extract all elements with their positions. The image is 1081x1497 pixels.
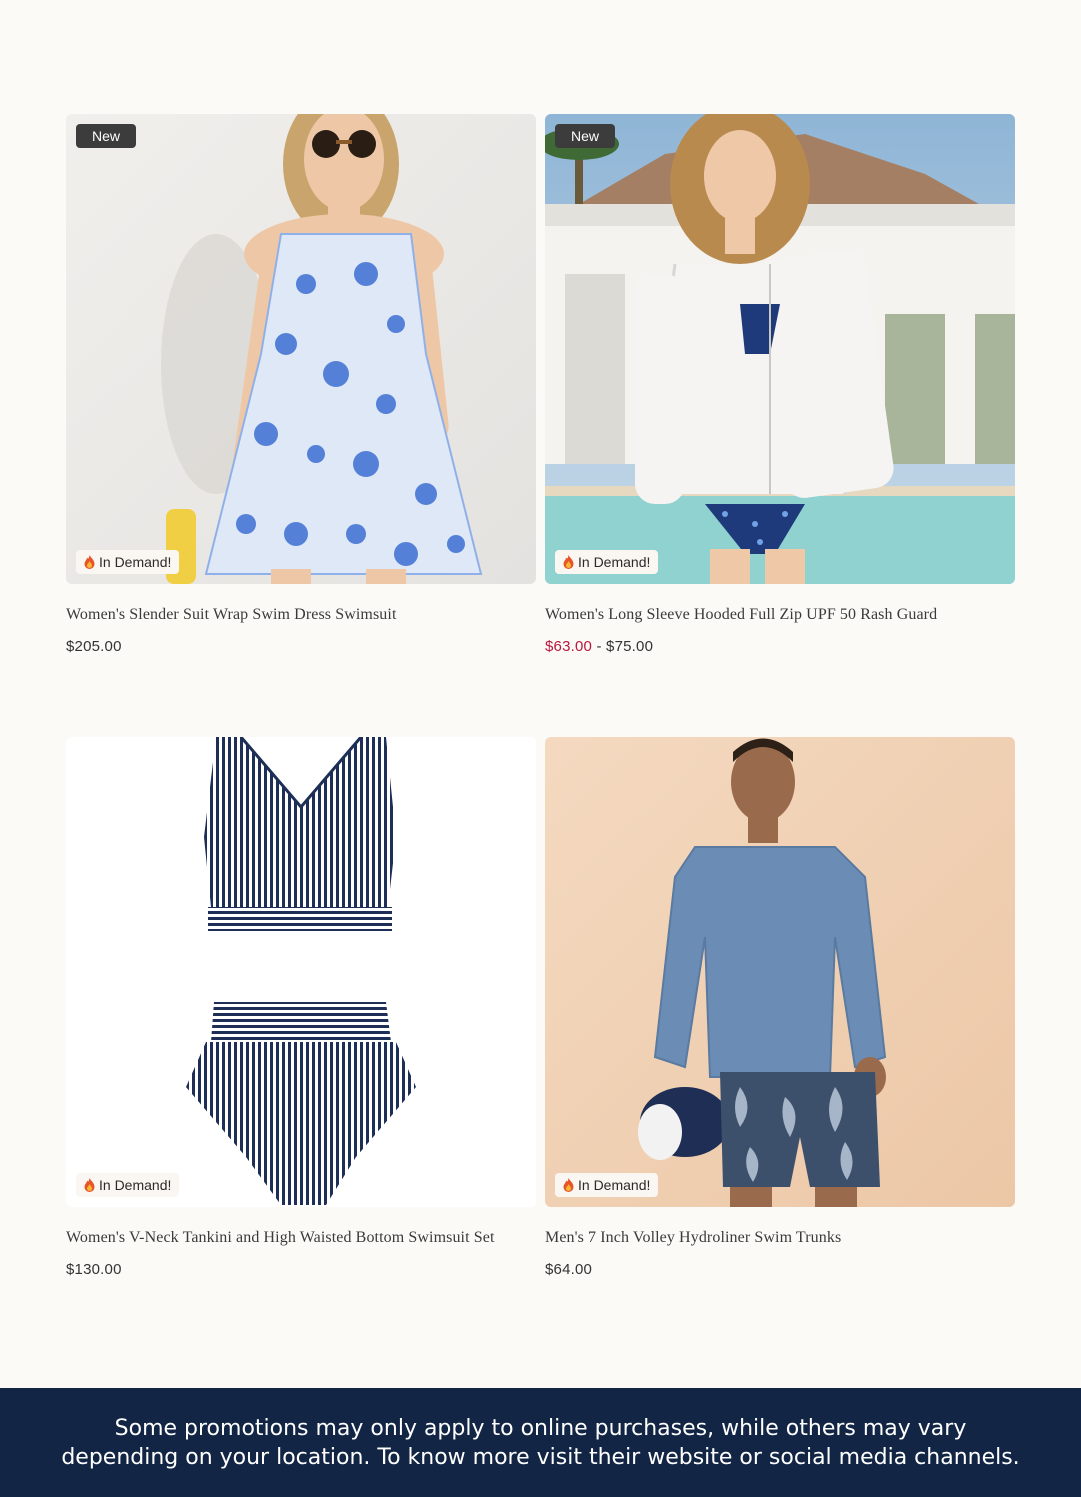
in-demand-label: In Demand!	[578, 1177, 651, 1193]
product-image[interactable]: In Demand!	[545, 737, 1015, 1207]
product-price: $205.00	[66, 638, 122, 655]
promotions-notice-text: Some promotions may only apply to online…	[61, 1415, 1020, 1470]
product-price: $64.00	[545, 1261, 593, 1278]
product-title[interactable]: Men's 7 Inch Volley Hydroliner Swim Trun…	[545, 1229, 1015, 1247]
product-image[interactable]: New In Demand!	[66, 114, 536, 584]
product-image[interactable]: In Demand!	[66, 737, 536, 1207]
model-white-rash-guard-image	[545, 114, 1015, 584]
product-card[interactable]: In Demand! Women's V-Neck Tankini and Hi…	[66, 737, 536, 1278]
in-demand-badge: In Demand!	[555, 550, 659, 574]
flame-icon	[563, 555, 574, 569]
price-separator: -	[596, 638, 602, 655]
model-floral-swim-dress-image	[66, 114, 536, 584]
regular-price: $75.00	[606, 638, 654, 655]
product-title[interactable]: Women's Slender Suit Wrap Swim Dress Swi…	[66, 606, 536, 624]
promotions-notice-banner: Some promotions may only apply to online…	[0, 1388, 1081, 1497]
new-badge: New	[555, 124, 616, 148]
product-price: $63.00 - $75.00	[545, 638, 1015, 655]
model-swim-trunks-image	[545, 737, 1015, 1207]
in-demand-badge: In Demand!	[555, 1173, 659, 1197]
in-demand-badge: In Demand!	[76, 1173, 180, 1197]
in-demand-label: In Demand!	[578, 554, 651, 570]
product-title[interactable]: Women's V-Neck Tankini and High Waisted …	[66, 1229, 536, 1247]
product-card[interactable]: New In Demand! Women's Long Sleeve Hoode…	[545, 114, 1015, 655]
flame-icon	[84, 1178, 95, 1192]
striped-tankini-set-image	[66, 737, 536, 1207]
product-title[interactable]: Women's Long Sleeve Hooded Full Zip UPF …	[545, 606, 1015, 624]
product-image[interactable]: New In Demand!	[545, 114, 1015, 584]
in-demand-badge: In Demand!	[76, 550, 180, 574]
sale-price: $63.00	[545, 638, 593, 655]
product-card[interactable]: In Demand! Men's 7 Inch Volley Hydroline…	[545, 737, 1015, 1278]
flame-icon	[84, 555, 95, 569]
in-demand-label: In Demand!	[99, 1177, 172, 1193]
product-price: $130.00	[66, 1261, 122, 1278]
in-demand-label: In Demand!	[99, 554, 172, 570]
new-badge: New	[76, 124, 137, 148]
flame-icon	[563, 1178, 574, 1192]
product-card[interactable]: New In Demand! Women's Slender Suit Wrap…	[66, 114, 536, 655]
